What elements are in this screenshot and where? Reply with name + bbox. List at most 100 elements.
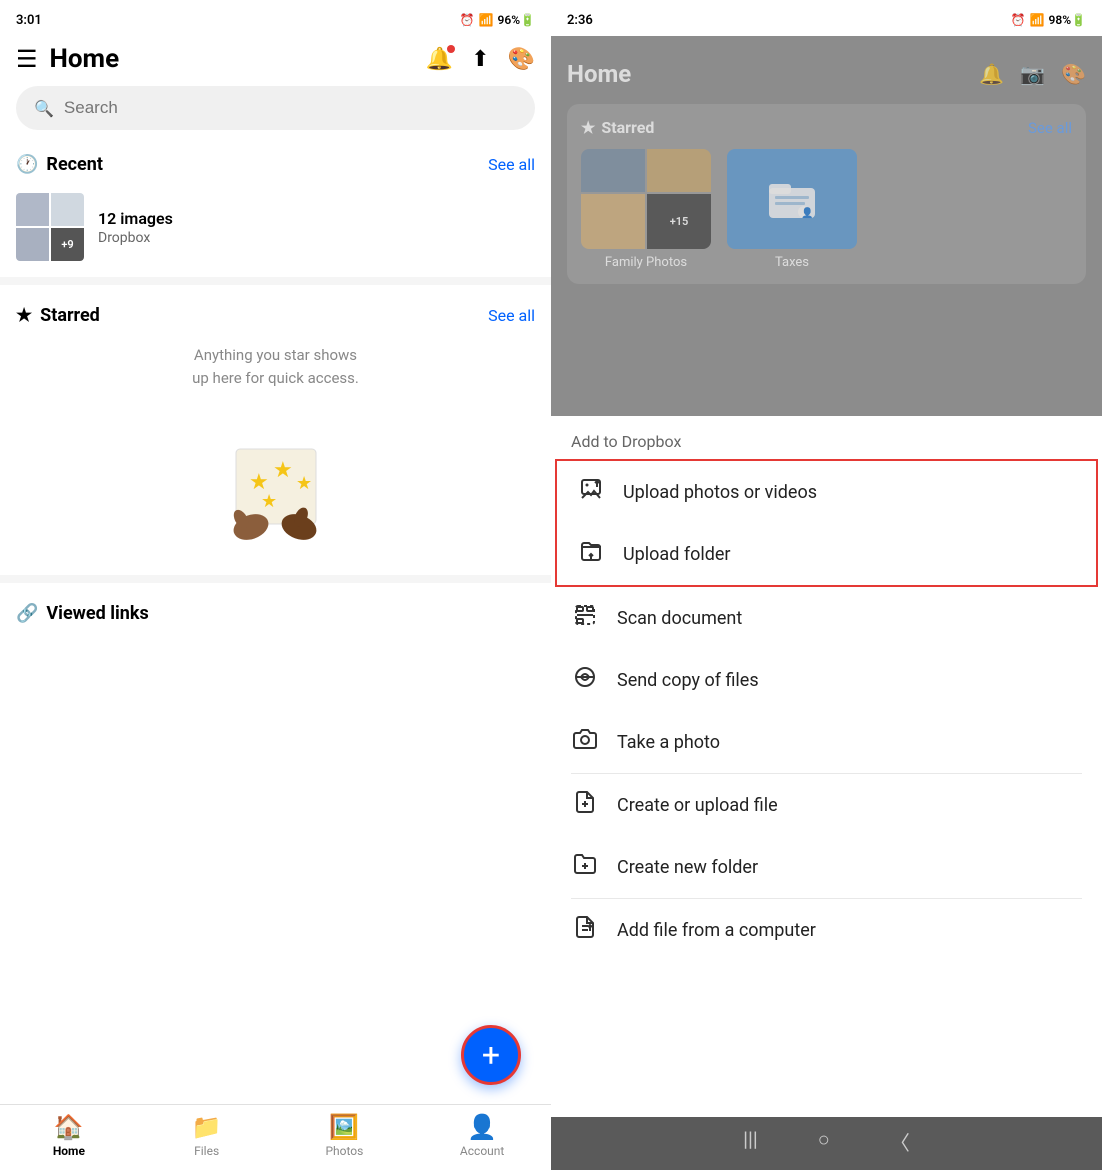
divider-1 <box>0 277 551 285</box>
right-alarm-icon: ⏰ <box>1011 13 1026 27</box>
photo-cell-3 <box>581 194 645 250</box>
left-status-bar: 3:01 ⏰ 📶 96%🔋 <box>0 0 551 36</box>
nav-home[interactable]: 🏠 Home <box>0 1113 138 1158</box>
family-photos-label: Family Photos <box>605 255 687 270</box>
family-photos-thumb: +15 <box>581 149 711 249</box>
fab-button[interactable]: + <box>461 1025 521 1085</box>
folder-upload-icon <box>577 539 605 569</box>
nav-home-label: Home <box>53 1144 85 1158</box>
svg-text:★: ★ <box>296 473 312 494</box>
search-input[interactable] <box>64 98 517 118</box>
star-icon: ★ <box>16 305 32 326</box>
home-icon: 🏠 <box>54 1113 84 1141</box>
create-upload-file-text: Create or upload file <box>617 795 778 816</box>
create-folder-item[interactable]: Create new folder <box>551 836 1102 898</box>
upload-folder-item[interactable]: Upload folder <box>555 523 1098 587</box>
recent-item-name: 12 images <box>98 209 535 228</box>
plus-icon: + <box>482 1036 500 1074</box>
recent-item-source: Dropbox <box>98 230 535 246</box>
thumb-grid: +9 <box>16 193 84 261</box>
create-folder-text: Create new folder <box>617 857 758 878</box>
starred-section-header: ★ Starred See all <box>0 297 551 336</box>
right-android-nav: ||| ○ 〈 <box>551 1117 1102 1170</box>
right-star-icon: ★ <box>581 118 595 137</box>
photo-grid: +15 <box>581 149 711 249</box>
right-nav-home-btn[interactable]: ○ <box>818 1127 830 1156</box>
viewed-links-title: 🔗 Viewed links <box>16 603 535 624</box>
right-starred-section: ★ Starred See all +15 <box>567 104 1086 284</box>
search-icon: 🔍 <box>34 99 54 118</box>
thumb-cell-1 <box>16 193 49 226</box>
right-time: 2:36 <box>567 13 593 28</box>
bottom-nav: 🏠 Home 📁 Files 🖼️ Photos 👤 Account <box>0 1104 551 1170</box>
svg-text:★: ★ <box>273 458 293 483</box>
left-panel: 3:01 ⏰ 📶 96%🔋 ☰ Home 🔔 ⬆ 🎨 🔍 🕐 Recent Se <box>0 0 551 1170</box>
send-copy-text: Send copy of files <box>617 670 759 691</box>
photo-cell-4: +15 <box>647 194 711 250</box>
starred-see-all[interactable]: See all <box>488 306 535 325</box>
right-status-bar: 2:36 ⏰ 📶 98%🔋 <box>551 0 1102 36</box>
left-time: 3:01 <box>16 13 42 28</box>
stars-illustration: ★ ★ ★ ★ <box>211 419 341 549</box>
computer-add-icon <box>571 915 599 945</box>
svg-text:👤: 👤 <box>801 206 813 219</box>
alarm-icon: ⏰ <box>460 13 475 27</box>
photo-cell-1 <box>581 149 645 192</box>
page-title: Home <box>50 44 414 74</box>
right-panel: 2:36 ⏰ 📶 98%🔋 Home 🔔 📷 🎨 ★ Star <box>551 0 1102 1170</box>
scan-document-item[interactable]: Scan document <box>551 587 1102 649</box>
send-copy-item[interactable]: Send copy of files <box>551 649 1102 711</box>
right-home-icons: 🔔 📷 🎨 <box>979 62 1086 86</box>
family-photos-item: +15 Family Photos <box>581 149 711 270</box>
right-wifi-icon: 📶 <box>1030 13 1045 27</box>
right-bell-icon: 🔔 <box>979 62 1004 86</box>
stars-svg: ★ ★ ★ ★ <box>211 419 341 549</box>
recent-info: 12 images Dropbox <box>98 209 535 246</box>
starred-empty-state: Anything you star showsup here for quick… <box>0 336 551 575</box>
right-camera-icon: 📷 <box>1020 62 1045 86</box>
take-photo-item[interactable]: Take a photo <box>551 711 1102 773</box>
notification-icon[interactable]: 🔔 <box>426 47 453 72</box>
send-copy-icon <box>571 665 599 695</box>
right-home-title: Home <box>567 60 631 88</box>
right-palette-icon: 🎨 <box>1061 62 1086 86</box>
scan-document-text: Scan document <box>617 608 742 629</box>
photo-upload-icon <box>577 477 605 507</box>
account-icon: 👤 <box>467 1113 497 1141</box>
left-status-icons: ⏰ 📶 96%🔋 <box>460 13 535 27</box>
viewed-links-section: 🔗 Viewed links <box>0 591 551 632</box>
nav-files[interactable]: 📁 Files <box>138 1113 276 1158</box>
taxes-label: Taxes <box>775 255 809 270</box>
right-status-icons: ⏰ 📶 98%🔋 <box>1011 13 1086 27</box>
battery-icon: 96%🔋 <box>497 13 535 27</box>
right-home-header: Home 🔔 📷 🎨 <box>567 52 1086 104</box>
right-starred-title: ★ Starred <box>581 118 654 137</box>
wifi-icon: 📶 <box>479 13 494 27</box>
add-from-computer-item[interactable]: Add file from a computer <box>551 899 1102 961</box>
bottom-sheet: Add to Dropbox Upload photos or videos <box>551 416 1102 1170</box>
create-upload-file-item[interactable]: Create or upload file <box>551 774 1102 836</box>
right-see-all: See all <box>1028 119 1072 137</box>
recent-see-all[interactable]: See all <box>488 155 535 174</box>
right-nav-back-icon[interactable]: 〈 <box>890 1127 910 1156</box>
search-bar[interactable]: 🔍 <box>16 86 535 130</box>
upload-icon[interactable]: ⬆ <box>471 47 489 72</box>
menu-icon[interactable]: ☰ <box>16 45 38 73</box>
recent-item[interactable]: +9 12 images Dropbox <box>0 185 551 277</box>
folder-visual: 👤 <box>727 149 857 249</box>
header-actions: 🔔 ⬆ 🎨 <box>426 47 535 72</box>
right-starred-items: +15 Family Photos <box>581 149 1072 270</box>
create-folder-icon <box>571 852 599 882</box>
photos-icon: 🖼️ <box>329 1113 359 1141</box>
upload-photos-item[interactable]: Upload photos or videos <box>555 459 1098 523</box>
camera-icon <box>571 727 599 757</box>
left-header: ☰ Home 🔔 ⬆ 🎨 <box>0 36 551 86</box>
taxes-item: 👤 Taxes <box>727 149 857 270</box>
nav-account[interactable]: 👤 Account <box>413 1113 551 1158</box>
thumb-cell-2 <box>51 193 84 226</box>
nav-photos[interactable]: 🖼️ Photos <box>276 1113 414 1158</box>
theme-icon[interactable]: 🎨 <box>508 47 535 72</box>
add-to-dropbox-title: Add to Dropbox <box>551 416 1102 459</box>
recent-title: 🕐 Recent <box>16 154 103 175</box>
scan-icon <box>571 603 599 633</box>
